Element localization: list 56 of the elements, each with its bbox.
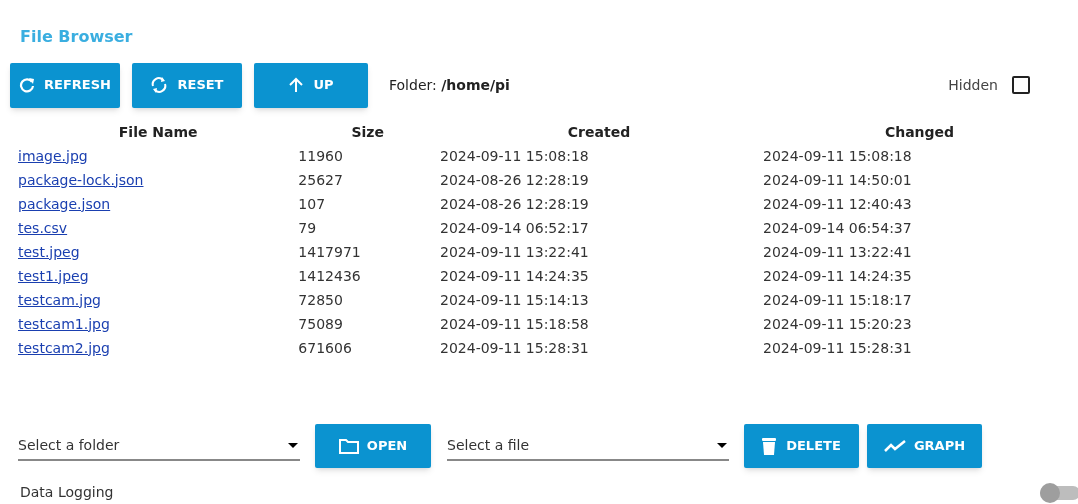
- table-cell: 2024-09-11 15:08:18: [763, 147, 912, 164]
- dropdown-caret-icon: [288, 442, 298, 448]
- column-header: Size: [351, 122, 384, 142]
- table-cell: 2024-09-11 15:28:31: [440, 339, 589, 356]
- table-cell: 2024-09-14 06:54:37: [763, 219, 912, 236]
- table-cell: 2024-09-11 15:14:13: [440, 291, 589, 308]
- table-cell: 2024-09-11 14:24:35: [763, 267, 912, 284]
- file-link[interactable]: testcam.jpg: [18, 291, 101, 308]
- file-link[interactable]: test1.jpeg: [18, 267, 89, 284]
- column-header: Changed: [884, 122, 955, 142]
- folder-path: Folder: /home/pi: [389, 75, 510, 95]
- folder-select[interactable]: Select a folder: [18, 431, 300, 461]
- file-link[interactable]: testcam1.jpg: [18, 315, 110, 332]
- refresh-icon: [19, 77, 36, 93]
- data-logging-toggle[interactable]: [1040, 486, 1078, 500]
- table-cell: 75089: [298, 315, 343, 332]
- table-cell: 72850: [298, 291, 343, 308]
- page-title: File Browser: [20, 27, 133, 46]
- table-cell: 2024-09-11 15:18:17: [763, 291, 912, 308]
- file-select[interactable]: Select a file: [447, 431, 729, 461]
- table-cell: 2024-09-11 13:22:41: [763, 243, 912, 260]
- table-cell: 2024-09-11 14:50:01: [763, 171, 912, 188]
- table-cell: 1412436: [298, 267, 361, 284]
- trash-icon: [762, 437, 777, 455]
- table-cell: 11960: [298, 147, 343, 164]
- trend-line-icon: [883, 440, 906, 452]
- table-cell: 2024-09-14 06:52:17: [440, 219, 589, 236]
- table-cell: 2024-09-11 13:22:41: [440, 243, 589, 260]
- file-link[interactable]: testcam2.jpg: [18, 339, 110, 356]
- dropdown-caret-icon: [717, 442, 727, 448]
- folder-icon: [338, 438, 359, 454]
- column-header: Created: [567, 122, 631, 142]
- table-cell: 2024-09-11 15:18:58: [440, 315, 589, 332]
- table-cell: 671606: [298, 339, 352, 356]
- table-cell: 2024-08-26 12:28:19: [440, 171, 589, 188]
- table-cell: 2024-09-11 15:28:31: [763, 339, 912, 356]
- sync-icon: [150, 76, 169, 94]
- up-arrow-icon: [288, 77, 305, 93]
- table-cell: 2024-09-11 14:24:35: [440, 267, 589, 284]
- file-link[interactable]: tes.csv: [18, 219, 68, 236]
- table-cell: 107: [298, 195, 326, 212]
- table-cell: 2024-09-11 12:40:43: [763, 195, 912, 212]
- table-cell: 1417971: [298, 243, 361, 260]
- table-cell: 2024-09-11 15:20:23: [763, 315, 912, 332]
- data-logging-label: Data Logging: [20, 483, 114, 501]
- table-cell: 79: [298, 219, 317, 236]
- file-link[interactable]: package-lock.json: [18, 171, 144, 188]
- table-cell: 25627: [298, 171, 343, 188]
- hidden-label: Hidden: [948, 75, 998, 95]
- file-link[interactable]: image.jpg: [18, 147, 88, 164]
- column-header: File Name: [118, 122, 198, 142]
- file-link[interactable]: test.jpeg: [18, 243, 80, 260]
- table-cell: 2024-09-11 15:08:18: [440, 147, 589, 164]
- table-cell: 2024-08-26 12:28:19: [440, 195, 589, 212]
- hidden-checkbox[interactable]: [1012, 76, 1030, 94]
- file-link[interactable]: package.json: [18, 195, 111, 212]
